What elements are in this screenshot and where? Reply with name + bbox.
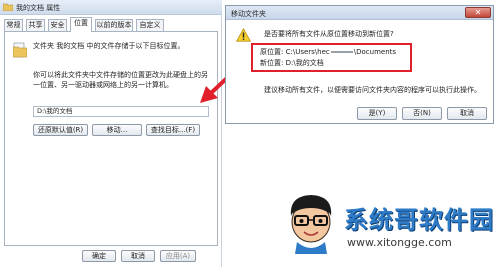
location-description: 文件夹 我的文档 中的文件存储于以下目标位置。 xyxy=(33,42,185,50)
tab-security[interactable]: 安全 xyxy=(48,19,67,31)
redacted-username xyxy=(330,51,353,53)
mascot-logo xyxy=(290,195,332,254)
no-button[interactable]: 否(N) xyxy=(402,107,442,120)
old-location: 原位置: C:\Users\hec \Documents xyxy=(260,47,396,57)
yes-button[interactable]: 是(Y) xyxy=(357,107,397,120)
properties-window: 我的文档 属性 常规 共享 安全 位置 以前的版本 自定义 文件夹 我的文档 中… xyxy=(0,0,222,267)
folder-icon xyxy=(13,42,27,58)
move-folder-dialog: 移动文件夹 ✕ 是否要将所有文件从原位置移动到新位置? 原位置: C:\User… xyxy=(225,5,494,124)
tab-customize[interactable]: 自定义 xyxy=(136,19,164,31)
close-icon[interactable]: ✕ xyxy=(465,7,491,18)
tab-general[interactable]: 常规 xyxy=(4,19,23,31)
warning-icon xyxy=(236,28,251,42)
new-location: 新位置: D:\我的文档 xyxy=(260,58,324,68)
find-target-button[interactable]: 查找目标...(F) xyxy=(146,124,200,136)
tab-previous-versions[interactable]: 以前的版本 xyxy=(95,19,133,31)
move-button[interactable]: 移动... xyxy=(92,124,142,136)
old-location-label: 原位置: xyxy=(260,48,284,56)
app-folder-icon xyxy=(3,3,13,11)
watermark-name: 系统哥软件园 xyxy=(344,206,494,234)
move-dialog-titlebar[interactable]: 移动文件夹 ✕ xyxy=(226,6,493,20)
old-location-prefix: C:\Users\hec xyxy=(285,48,330,56)
restore-default-button[interactable]: 还原默认值(R) xyxy=(33,124,88,136)
new-location-label: 新位置: xyxy=(260,59,284,67)
watermark-url: www.xitongge.com xyxy=(347,236,452,249)
move-dialog-title: 移动文件夹 xyxy=(231,10,266,18)
apply-button[interactable]: 应用(A) xyxy=(160,250,196,262)
properties-title: 我的文档 属性 xyxy=(16,4,61,12)
tab-strip: 常规 共享 安全 位置 以前的版本 自定义 xyxy=(4,17,218,32)
tab-sharing[interactable]: 共享 xyxy=(26,19,45,31)
location-tab-panel: 文件夹 我的文档 中的文件存储于以下目标位置。 你可以将此文件夹中文件存储的位置… xyxy=(4,31,218,246)
move-advice: 建议移动所有文件，以便需要访问文件夹内容的程序可以执行此操作。 xyxy=(264,86,481,94)
cancel-button[interactable]: 取消 xyxy=(121,250,155,262)
dialog-cancel-button[interactable]: 取消 xyxy=(447,107,487,120)
properties-titlebar[interactable]: 我的文档 属性 xyxy=(0,0,222,15)
tab-location[interactable]: 位置 xyxy=(70,17,92,32)
move-description: 你可以将此文件夹中文件存储的位置更改为此硬盘上的另一位置、另一驱动器或网络上的另… xyxy=(33,71,208,89)
move-question: 是否要将所有文件从原位置移动到新位置? xyxy=(264,30,394,38)
ok-button[interactable]: 确定 xyxy=(82,250,116,262)
old-location-suffix: \Documents xyxy=(353,48,397,56)
new-location-value: D:\我的文档 xyxy=(285,59,324,67)
location-path-input[interactable]: D:\我的文档 xyxy=(33,106,209,117)
properties-footer: 确定 取消 应用(A) xyxy=(0,250,222,264)
